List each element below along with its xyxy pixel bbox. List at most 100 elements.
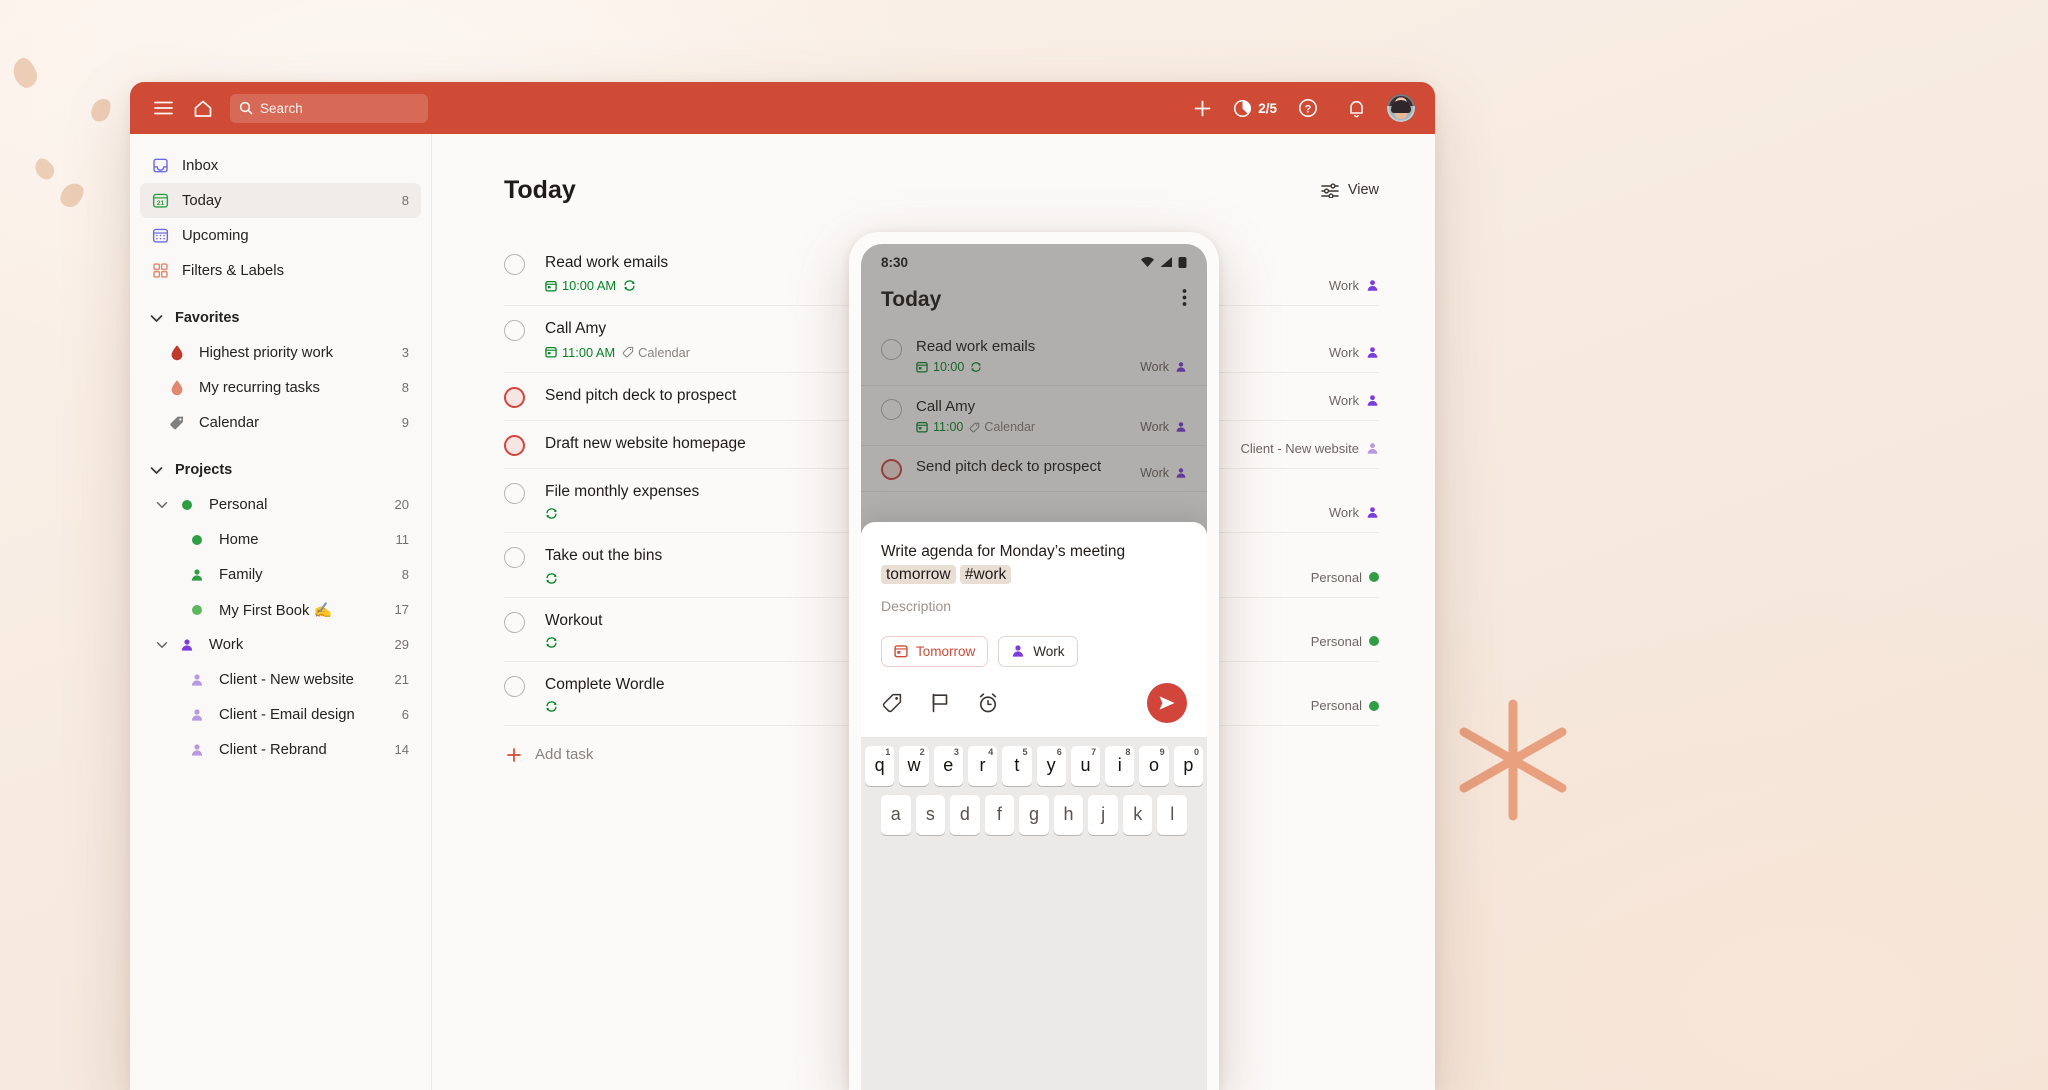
sidebar-item-count: 8	[401, 567, 409, 582]
person-icon	[1366, 506, 1379, 519]
sidebar-item-my-recurring-tasks[interactable]: My recurring tasks 8	[140, 370, 421, 405]
favorites-section-header[interactable]: Favorites	[140, 301, 421, 335]
task-project[interactable]: Personal	[1311, 634, 1379, 649]
key-a[interactable]: a	[880, 794, 911, 835]
send-arrow-icon[interactable]	[1147, 682, 1187, 723]
task-project[interactable]: Personal	[1311, 698, 1379, 713]
home-icon[interactable]	[186, 91, 220, 125]
sidebar-item-today[interactable]: 21 Today 8	[140, 183, 421, 218]
sidebar-item-client-email-design[interactable]: Client - Email design 6	[140, 697, 421, 732]
key-u[interactable]: 7u	[1070, 745, 1101, 786]
karma-value: 2/5	[1258, 100, 1277, 116]
reminder-alarm-icon[interactable]	[977, 692, 999, 714]
task-project[interactable]: Work	[1329, 278, 1379, 293]
task-project-label: Work	[1328, 344, 1359, 360]
key-k[interactable]: k	[1122, 794, 1153, 835]
priority-flag-icon[interactable]	[929, 692, 951, 714]
task-project[interactable]: Work	[1329, 393, 1379, 408]
chevron-down-icon[interactable]	[150, 641, 174, 649]
sidebar-item-inbox[interactable]: Inbox	[140, 148, 421, 183]
task-checkbox[interactable]	[504, 386, 525, 408]
sidebar-item-work[interactable]: Work 29	[140, 627, 421, 662]
page-title: Today	[504, 176, 576, 204]
sidebar-item-filters-labels[interactable]: Filters & Labels	[140, 253, 421, 288]
task-project[interactable]: Work	[1329, 505, 1379, 520]
key-s[interactable]: s	[915, 794, 946, 835]
more-options-icon[interactable]	[1182, 288, 1187, 312]
key-o[interactable]: 9o	[1139, 745, 1169, 786]
key-d[interactable]: d	[950, 794, 980, 835]
karma-progress[interactable]: 2/5	[1233, 99, 1277, 118]
task-checkbox[interactable]	[881, 459, 902, 480]
plus-icon[interactable]	[1185, 91, 1219, 125]
sidebar-item-my-first-book[interactable]: My First Book ✍️ 17	[140, 592, 421, 627]
key-r[interactable]: 4r	[967, 745, 998, 786]
task-label[interactable]: Calendar	[622, 345, 690, 360]
task-checkbox[interactable]	[504, 482, 525, 504]
sidebar-item-upcoming[interactable]: Upcoming	[140, 218, 421, 253]
phone-task-row[interactable]: Send pitch deck to prospect Work	[861, 446, 1207, 492]
task-project[interactable]: Client - New website	[1241, 441, 1380, 456]
notification-bell-icon[interactable]	[1339, 91, 1373, 125]
key-label: e	[943, 755, 954, 775]
projects-section-header[interactable]: Projects	[140, 453, 421, 487]
key-w[interactable]: 2w	[899, 745, 929, 786]
task-project[interactable]: Personal	[1311, 570, 1379, 585]
sidebar-item-client-rebrand[interactable]: Client - Rebrand 14	[140, 732, 421, 767]
avatar[interactable]	[1387, 94, 1415, 122]
key-j[interactable]: j	[1088, 794, 1118, 835]
view-button[interactable]: View	[1321, 182, 1379, 198]
sidebar-item-personal[interactable]: Personal 20	[140, 487, 421, 522]
key-l[interactable]: l	[1157, 794, 1188, 835]
task-label[interactable]: Calendar	[969, 420, 1035, 434]
key-f[interactable]: f	[984, 794, 1015, 835]
person-icon	[1175, 421, 1187, 433]
sidebar-item-family[interactable]: Family 8	[140, 557, 421, 592]
task-project[interactable]: Work	[1329, 345, 1379, 360]
label-tag-icon[interactable]	[881, 692, 903, 714]
key-h[interactable]: h	[1053, 794, 1084, 835]
key-number-5: 5	[1022, 746, 1028, 757]
task-project-label: Client - New website	[1240, 440, 1360, 456]
task-project[interactable]: Work	[1140, 360, 1187, 374]
sidebar-item-highest-priority-work[interactable]: Highest priority work 3	[140, 335, 421, 370]
task-checkbox[interactable]	[881, 339, 902, 360]
quick-add-project-chip[interactable]: Work	[998, 635, 1078, 667]
phone-task-row[interactable]: Call Amy 11:00 Calendar Work	[861, 386, 1207, 446]
sidebar-item-home[interactable]: Home 11	[140, 522, 421, 557]
chevron-down-icon[interactable]	[150, 501, 174, 509]
quick-add-description-input[interactable]: Description	[881, 598, 1187, 614]
quick-add-date-chip[interactable]: Tomorrow	[881, 635, 989, 667]
task-checkbox[interactable]	[504, 320, 525, 342]
task-checkbox[interactable]	[504, 254, 525, 275]
task-checkbox[interactable]	[504, 675, 525, 697]
person-icon	[1366, 394, 1379, 407]
key-q[interactable]: 1q	[865, 745, 895, 786]
task-checkbox[interactable]	[504, 434, 525, 456]
task-checkbox[interactable]	[881, 399, 902, 420]
key-p[interactable]: 0p	[1173, 745, 1203, 786]
task-checkbox[interactable]	[504, 611, 525, 633]
sidebar-item-calendar[interactable]: Calendar 9	[140, 405, 421, 440]
app-header: Search 2/5 ?	[130, 82, 1435, 134]
search-input[interactable]: Search	[230, 93, 428, 123]
task-project-label: Work	[1140, 466, 1169, 480]
phone-task-row[interactable]: Read work emails 10:00 Work	[861, 326, 1207, 386]
sidebar-item-client-new-website[interactable]: Client - New website 21	[140, 662, 421, 697]
key-e[interactable]: 3e	[933, 745, 963, 786]
chevron-down-icon	[150, 314, 163, 323]
key-y[interactable]: 6y	[1036, 745, 1066, 786]
key-t[interactable]: 5t	[1002, 745, 1032, 786]
key-label: y	[1046, 755, 1056, 775]
recurring-icon	[545, 572, 558, 585]
key-g[interactable]: g	[1019, 794, 1049, 835]
sidebar-item-label: Upcoming	[182, 227, 249, 244]
tag-icon	[622, 346, 634, 358]
key-i[interactable]: 8i	[1105, 745, 1135, 786]
task-project[interactable]: Work	[1140, 420, 1187, 434]
quick-add-task-input[interactable]: Write agenda for Monday’s meeting tomorr…	[881, 540, 1187, 587]
task-project[interactable]: Work	[1140, 466, 1187, 480]
task-checkbox[interactable]	[504, 547, 525, 569]
hamburger-menu-icon[interactable]	[146, 91, 180, 125]
question-mark-icon[interactable]: ?	[1291, 91, 1325, 125]
